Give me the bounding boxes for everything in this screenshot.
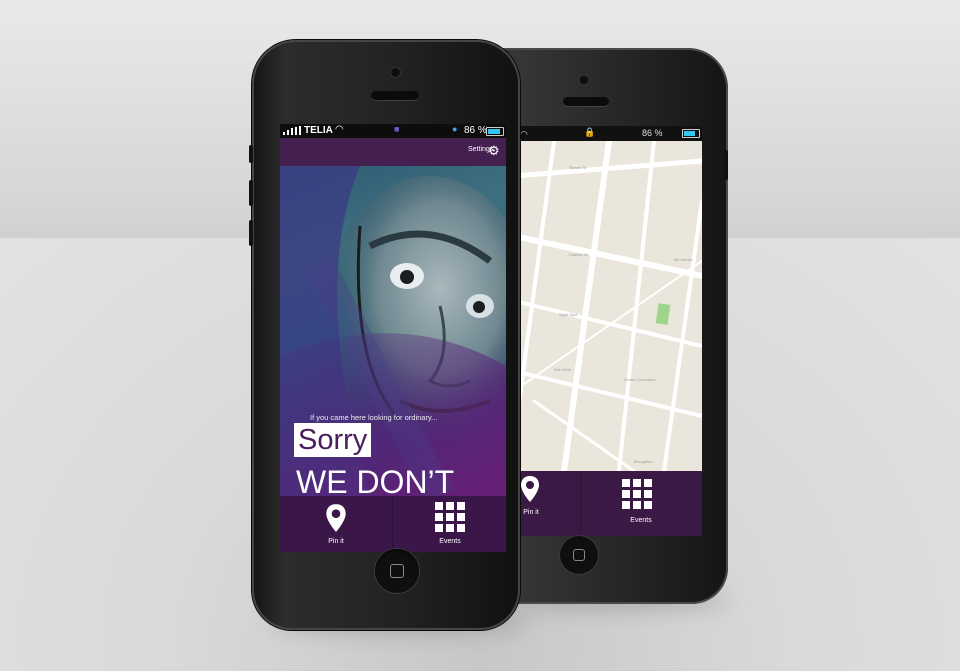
- map-pin-icon: [521, 476, 539, 502]
- top-bar: Settings ⚙: [280, 138, 506, 166]
- nav-label: Pin it: [328, 538, 344, 545]
- side-button: [249, 180, 253, 206]
- signal-icon: [283, 126, 301, 135]
- back-bottom-nav: Pin it Events: [514, 471, 702, 536]
- grid-icon: [622, 479, 652, 509]
- wifi-icon: ◠: [335, 124, 344, 135]
- map-pin-icon: [326, 504, 346, 532]
- carrier-name: TELIA: [304, 125, 333, 136]
- nav-events[interactable]: Events: [580, 471, 702, 536]
- hero-headline: WE DON’T DO ORDINARY: [296, 464, 454, 497]
- home-button[interactable]: [375, 549, 419, 593]
- back-phone-screen: ◠ 🔒 86 % Sinnes St Charles St Mc Kenzie …: [514, 126, 702, 536]
- map-street-label: Irish Club: [554, 367, 572, 372]
- lock-icon: 🔒: [584, 127, 596, 137]
- map-street-label: Mc Kenzie: [674, 257, 693, 262]
- nav-events[interactable]: Events: [394, 496, 506, 552]
- map-street-label: Charles St: [569, 252, 589, 257]
- nav-label: Events: [439, 538, 461, 545]
- map-street-label: Sight Spot: [559, 312, 578, 317]
- back-home-button[interactable]: [560, 536, 598, 574]
- battery-percent: 86 %: [642, 128, 663, 138]
- hero-banner: If you came here looking for ordinary...…: [280, 166, 506, 496]
- back-status-bar: ◠ 🔒 86 %: [514, 126, 702, 141]
- back-phone-speaker: [563, 97, 609, 106]
- nav-label: Events: [630, 517, 652, 524]
- map-street-label: Grand Concourse: [624, 377, 656, 382]
- hero-tagline: If you came here looking for ordinary...: [310, 413, 438, 422]
- nav-pin-it[interactable]: Pin it: [514, 471, 581, 536]
- wifi-icon: ◠: [520, 129, 528, 139]
- map-view[interactable]: Sinnes St Charles St Mc Kenzie Sight Spo…: [514, 141, 702, 471]
- map-street-label: Sinnes St: [569, 165, 587, 170]
- side-button: [249, 145, 253, 163]
- battery-percent: 86 %: [464, 125, 487, 136]
- nav-pin-it[interactable]: Pin it: [280, 496, 393, 552]
- hero-highlight: Sorry: [294, 423, 372, 457]
- front-phone-camera: [391, 68, 400, 77]
- back-phone-camera: [580, 76, 588, 84]
- map-street-label: Broughton: [634, 459, 652, 464]
- lock-icon: ■: [394, 124, 400, 134]
- gear-icon[interactable]: ⚙: [488, 143, 500, 159]
- status-bar: TELIA ◠ ■ ● 86 %: [280, 124, 506, 138]
- side-button: [724, 150, 728, 180]
- grid-icon: [435, 502, 465, 532]
- side-button: [249, 220, 253, 246]
- bluetooth-icon: ●: [452, 124, 458, 134]
- battery-icon: [486, 127, 504, 136]
- front-phone-screen: TELIA ◠ ■ ● 86 % Settings ⚙ If you came …: [280, 124, 506, 552]
- nav-label: Pin it: [523, 509, 539, 516]
- front-phone-speaker: [371, 91, 419, 100]
- battery-icon: [682, 129, 700, 138]
- bottom-nav: Pin it Events: [280, 496, 506, 552]
